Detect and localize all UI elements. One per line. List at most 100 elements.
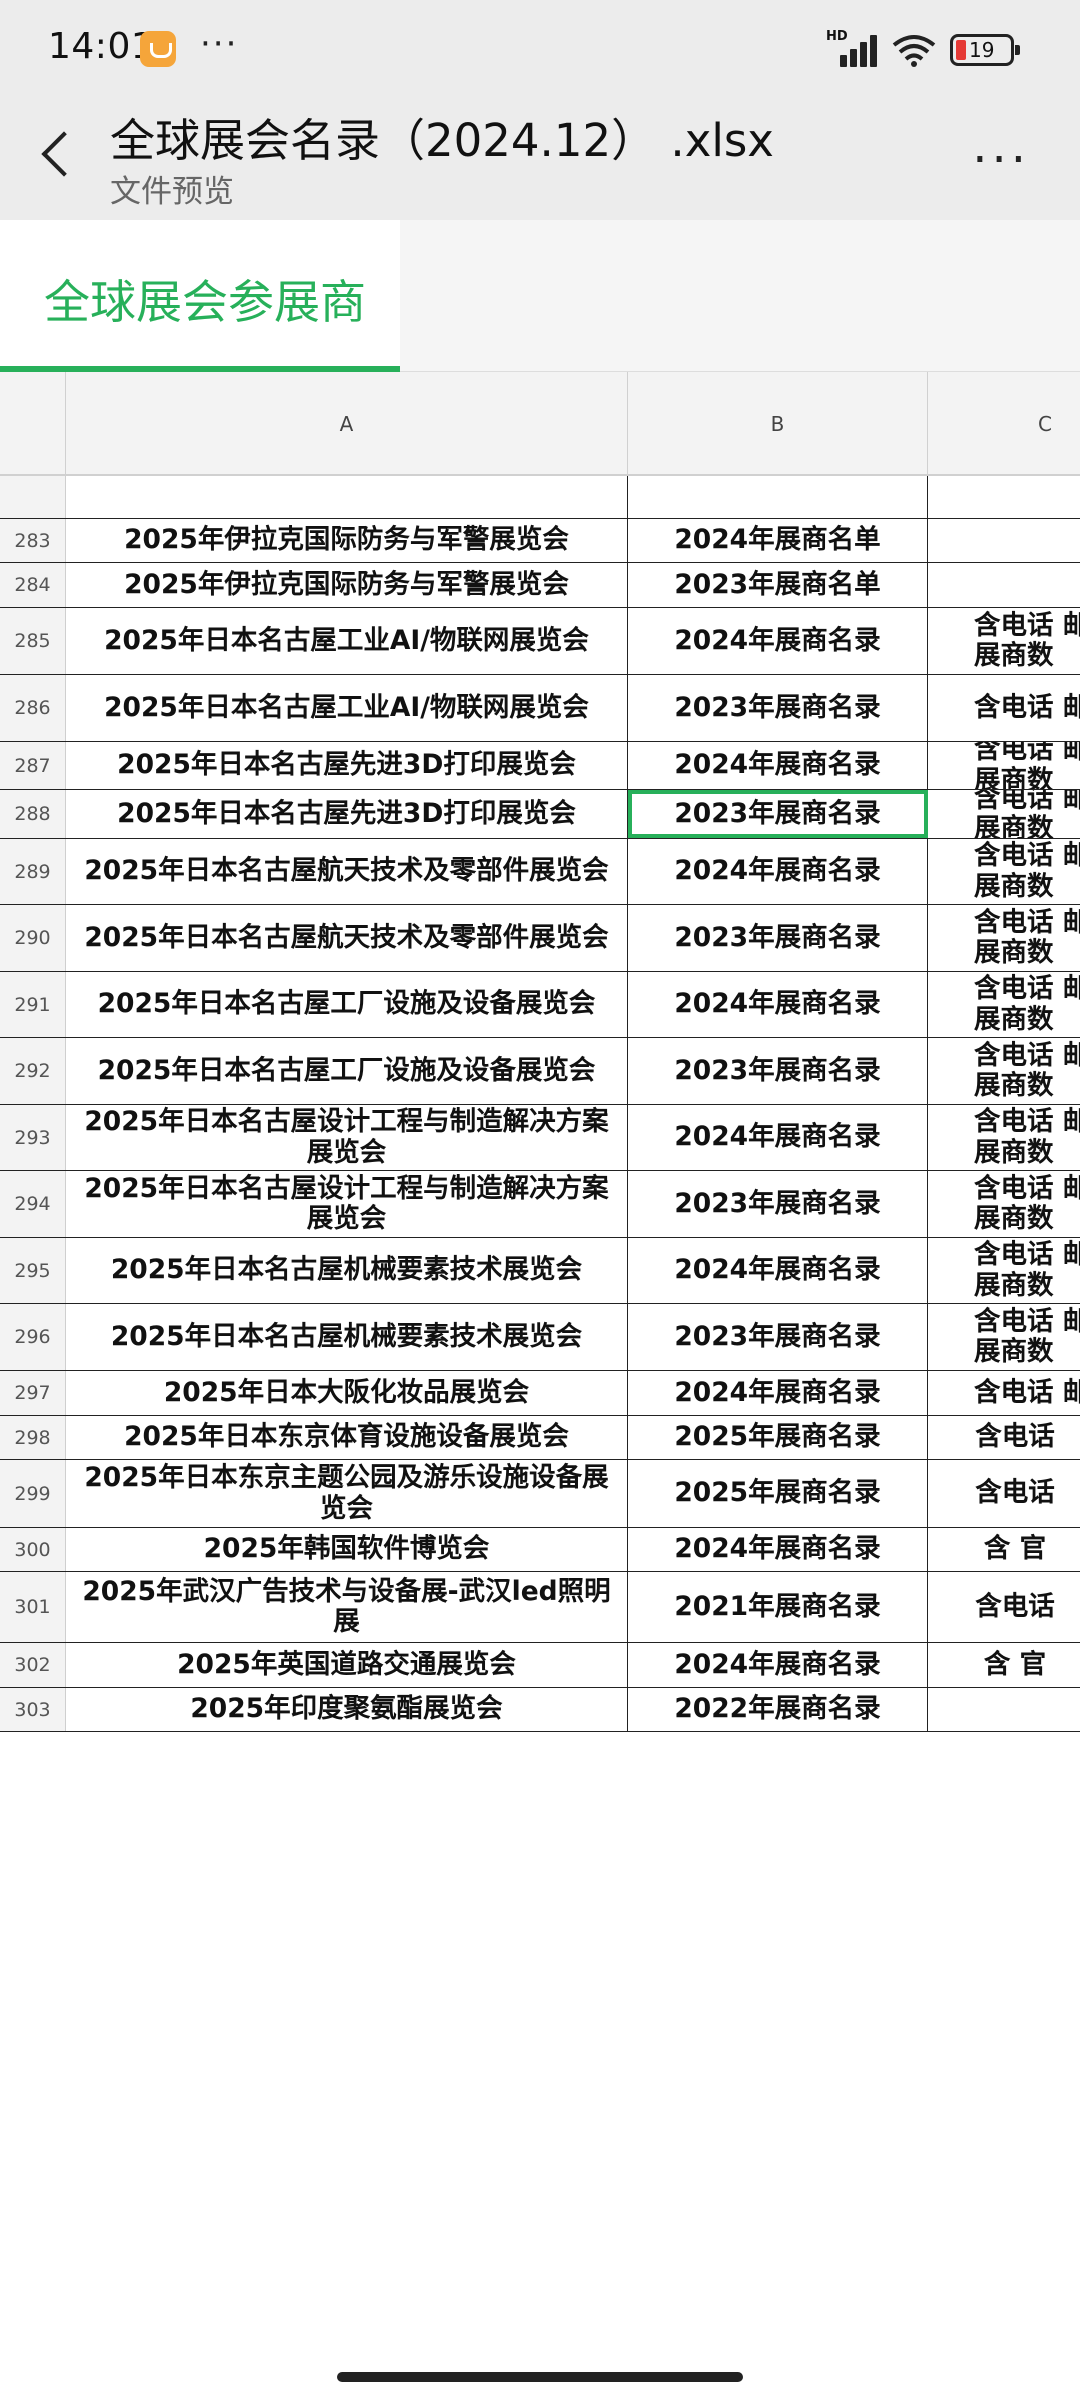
row-number[interactable]: 299 bbox=[0, 1460, 66, 1527]
cell-b[interactable]: 2024年展商名录 bbox=[628, 1528, 928, 1571]
cell-a[interactable]: 2025年印度聚氨酯展览会 bbox=[66, 1688, 628, 1731]
row-number[interactable]: 295 bbox=[0, 1238, 66, 1303]
row-number[interactable]: 290 bbox=[0, 905, 66, 971]
column-header-c[interactable]: C bbox=[928, 372, 1080, 476]
row-number[interactable]: 288 bbox=[0, 790, 66, 838]
row-number[interactable]: 296 bbox=[0, 1304, 66, 1370]
cell-a[interactable]: 2025年日本名古屋工厂设施及设备展览会 bbox=[66, 1038, 628, 1104]
table-row: 300 2025年韩国软件博览会 2024年展商名录含 官 bbox=[0, 1528, 1080, 1572]
cell-a[interactable]: 2025年日本东京体育设施设备展览会 bbox=[66, 1416, 628, 1459]
cell-b[interactable]: 2024年展商名录 bbox=[628, 839, 928, 904]
cell-a[interactable]: 2025年日本名古屋设计工程与制造解决方案展览会 bbox=[66, 1171, 628, 1237]
cell-b[interactable]: 2025年展商名录 bbox=[628, 1460, 928, 1527]
cell-a[interactable]: 2025年日本名古屋工业AI/物联网展览会 bbox=[66, 608, 628, 674]
cell-b[interactable]: 2022年展商名录 bbox=[628, 1688, 928, 1731]
cell-a[interactable]: 2025年日本东京主题公园及游乐设施设备展览会 bbox=[66, 1460, 628, 1527]
cell-b[interactable]: 2024年展商名单 bbox=[628, 519, 928, 562]
column-header-a[interactable]: A bbox=[66, 372, 628, 476]
cell-a[interactable]: 2025年日本名古屋机械要素技术展览会 bbox=[66, 1304, 628, 1370]
cell-c[interactable]: 含电话 邮 展商数 bbox=[928, 790, 1080, 838]
cell-c[interactable]: 含电话 邮 展商数 bbox=[928, 905, 1080, 971]
cell-a[interactable] bbox=[66, 476, 628, 518]
row-number[interactable]: 285 bbox=[0, 608, 66, 674]
cell-b[interactable]: 2025年展商名录 bbox=[628, 1416, 928, 1459]
cell-c[interactable]: 含 官 bbox=[928, 1528, 1080, 1571]
row-number[interactable]: 294 bbox=[0, 1171, 66, 1237]
cell-b[interactable] bbox=[628, 476, 928, 518]
cell-b[interactable]: 2024年展商名录 bbox=[628, 1105, 928, 1170]
cell-b[interactable]: 2024年展商名录 bbox=[628, 608, 928, 674]
cell-a[interactable]: 2025年武汉广告技术与设备展-武汉led照明展 bbox=[66, 1572, 628, 1642]
cell-c[interactable]: 含电话 bbox=[928, 1572, 1080, 1642]
row-number[interactable]: 298 bbox=[0, 1416, 66, 1459]
cell-c[interactable]: 含电话 bbox=[928, 1460, 1080, 1527]
cell-c[interactable]: 含电话 邮 展商数 bbox=[928, 839, 1080, 904]
cell-b[interactable]: 2023年展商名录 bbox=[628, 1304, 928, 1370]
row-number[interactable]: 297 bbox=[0, 1371, 66, 1415]
cell-c[interactable]: 含电话 邮 bbox=[928, 675, 1080, 741]
table-row: 295 2025年日本名古屋机械要素技术展览会 2024年展商名录 含电话 邮 展商数 bbox=[0, 1238, 1080, 1304]
cell-c[interactable] bbox=[928, 563, 1080, 607]
cell-c[interactable]: 含 官 bbox=[928, 1643, 1080, 1687]
row-number[interactable]: 293 bbox=[0, 1105, 66, 1170]
select-all-corner[interactable] bbox=[0, 372, 66, 476]
cell-a[interactable]: 2025年日本名古屋先进3D打印展览会 bbox=[66, 790, 628, 838]
cell-a[interactable]: 2025年日本名古屋机械要素技术展览会 bbox=[66, 1238, 628, 1303]
back-button[interactable] bbox=[36, 128, 76, 184]
cell-a[interactable]: 2025年伊拉克国际防务与军警展览会 bbox=[66, 519, 628, 562]
cell-b[interactable]: 2024年展商名录 bbox=[628, 1643, 928, 1687]
cell-a[interactable]: 2025年韩国软件博览会 bbox=[66, 1528, 628, 1571]
cell-b[interactable]: 2024年展商名录 bbox=[628, 1238, 928, 1303]
row-number[interactable] bbox=[0, 476, 66, 518]
cell-a[interactable]: 2025年日本大阪化妆品展览会 bbox=[66, 1371, 628, 1415]
row-number[interactable]: 292 bbox=[0, 1038, 66, 1104]
row-number[interactable]: 289 bbox=[0, 839, 66, 904]
battery-icon: 19 bbox=[950, 34, 1020, 66]
cell-b[interactable]: 2023年展商名录 bbox=[628, 675, 928, 741]
cell-c[interactable] bbox=[928, 476, 1080, 518]
cell-b[interactable]: 2023年展商名录 bbox=[628, 1171, 928, 1237]
cell-b[interactable]: 2023年展商名录 bbox=[628, 905, 928, 971]
cell-b[interactable]: 2023年展商名录 bbox=[628, 790, 928, 838]
cell-c[interactable]: 含电话 邮 bbox=[928, 1371, 1080, 1415]
cell-c[interactable]: 含电话 bbox=[928, 1416, 1080, 1459]
cell-c[interactable]: 含电话 邮 展商数 bbox=[928, 1105, 1080, 1170]
cell-b[interactable]: 2021年展商名录 bbox=[628, 1572, 928, 1642]
row-number[interactable]: 284 bbox=[0, 563, 66, 607]
cell-c[interactable]: 含电话 邮 展商数 bbox=[928, 1304, 1080, 1370]
cell-a[interactable]: 2025年日本名古屋工厂设施及设备展览会 bbox=[66, 972, 628, 1037]
home-indicator[interactable] bbox=[337, 2372, 743, 2382]
spreadsheet-grid[interactable]: A B C 283 2025年伊拉克国际防务与军警展览会 2024年展商名单 284 2… bbox=[0, 372, 1080, 2360]
cell-a[interactable]: 2025年伊拉克国际防务与军警展览会 bbox=[66, 563, 628, 607]
cell-b[interactable]: 2023年展商名单 bbox=[628, 563, 928, 607]
cell-c[interactable]: 含电话 邮 展商数 bbox=[928, 1038, 1080, 1104]
row-number[interactable]: 303 bbox=[0, 1688, 66, 1731]
cell-c[interactable] bbox=[928, 519, 1080, 562]
cell-a[interactable]: 2025年日本名古屋航天技术及零部件展览会 bbox=[66, 905, 628, 971]
cell-b[interactable]: 2024年展商名录 bbox=[628, 742, 928, 789]
cell-b[interactable]: 2023年展商名录 bbox=[628, 1038, 928, 1104]
cell-c[interactable]: 含电话 邮 展商数 bbox=[928, 1171, 1080, 1237]
cell-c[interactable]: 含电话 邮 展商数 bbox=[928, 972, 1080, 1037]
row-number[interactable]: 300 bbox=[0, 1528, 66, 1571]
row-number[interactable]: 287 bbox=[0, 742, 66, 789]
cell-c[interactable] bbox=[928, 1688, 1080, 1731]
row-number[interactable]: 302 bbox=[0, 1643, 66, 1687]
cell-a[interactable]: 2025年日本名古屋工业AI/物联网展览会 bbox=[66, 675, 628, 741]
more-options-button[interactable]: ··· bbox=[972, 132, 1030, 188]
cell-b[interactable]: 2024年展商名录 bbox=[628, 972, 928, 1037]
cell-a[interactable]: 2025年英国道路交通展览会 bbox=[66, 1643, 628, 1687]
column-header-b[interactable]: B bbox=[628, 372, 928, 476]
row-number[interactable]: 283 bbox=[0, 519, 66, 562]
cell-a[interactable]: 2025年日本名古屋先进3D打印展览会 bbox=[66, 742, 628, 789]
cell-c[interactable]: 含电话 邮 展商数 bbox=[928, 1238, 1080, 1303]
sheet-tab[interactable]: 全球展会参展商 bbox=[0, 220, 400, 372]
row-number[interactable]: 291 bbox=[0, 972, 66, 1037]
cell-a[interactable]: 2025年日本名古屋设计工程与制造解决方案展览会 bbox=[66, 1105, 628, 1170]
row-number[interactable]: 286 bbox=[0, 675, 66, 741]
cell-c[interactable]: 含电话 邮 展商数 bbox=[928, 742, 1080, 789]
cell-c[interactable]: 含电话 邮 展商数 bbox=[928, 608, 1080, 674]
cell-b[interactable]: 2024年展商名录 bbox=[628, 1371, 928, 1415]
row-number[interactable]: 301 bbox=[0, 1572, 66, 1642]
cell-a[interactable]: 2025年日本名古屋航天技术及零部件展览会 bbox=[66, 839, 628, 904]
